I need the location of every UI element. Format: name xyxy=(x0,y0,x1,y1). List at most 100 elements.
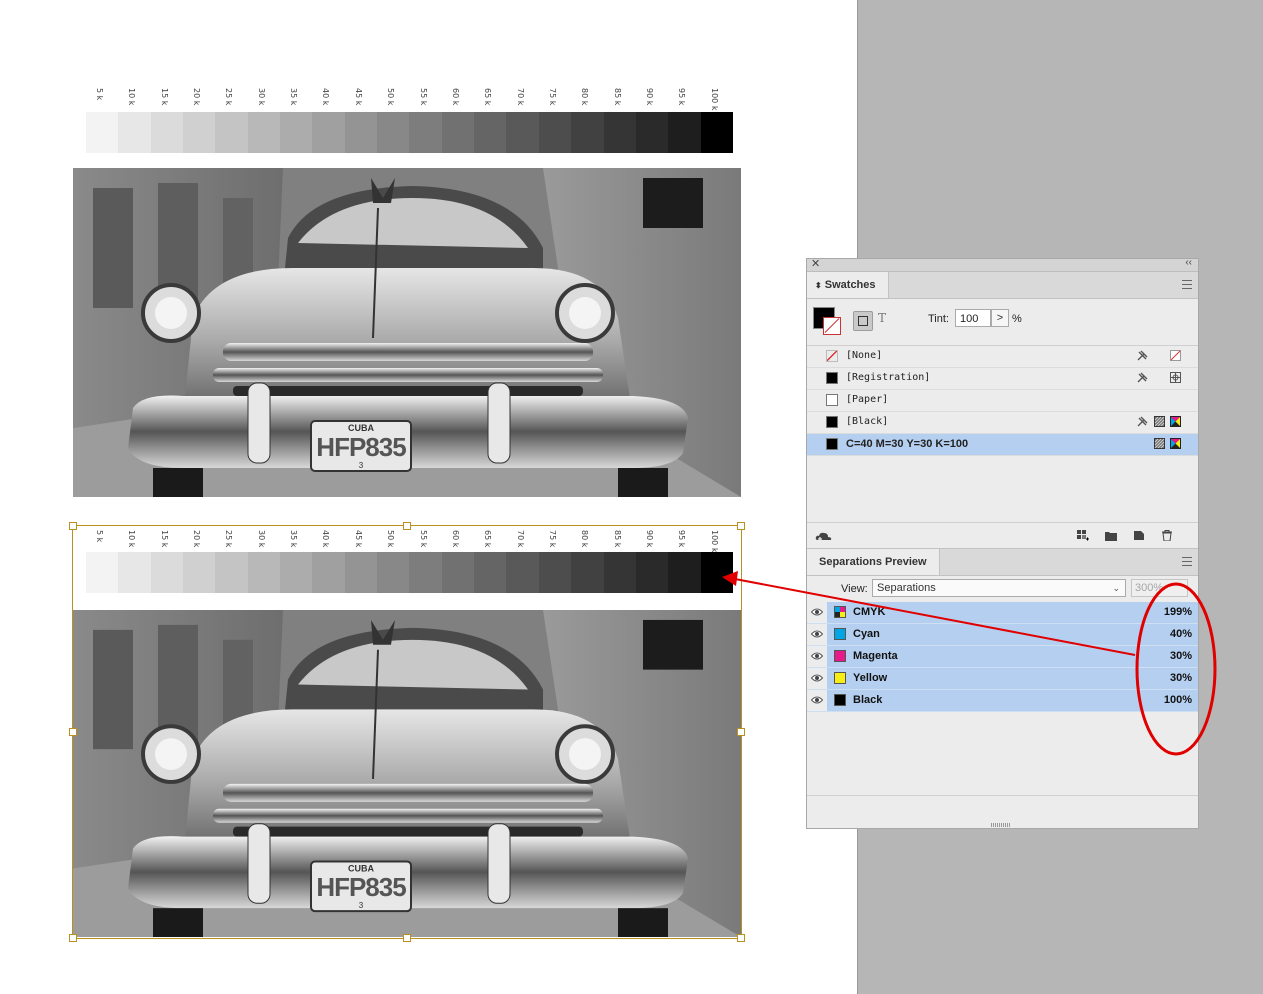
ramp-cell xyxy=(118,552,151,593)
panel-topbar: ✕ ‹‹ xyxy=(807,257,1198,272)
resize-handle[interactable] xyxy=(737,522,745,530)
separation-name: Cyan xyxy=(853,628,880,640)
ramp-cell xyxy=(215,112,248,153)
new-swatch-icon[interactable] xyxy=(1133,530,1145,541)
ramp-cell xyxy=(247,552,281,593)
ramp-cell xyxy=(344,112,378,153)
ramp-tick-text: 45 k xyxy=(353,88,363,106)
ramp-tick-label: 40 k xyxy=(312,88,344,110)
car-illustration: CUBA HFP835 3 xyxy=(73,168,741,497)
eye-icon[interactable] xyxy=(811,695,823,705)
ramp-cell xyxy=(183,552,216,593)
ramp-tick-text: 5 k xyxy=(95,530,104,543)
ramp-tick-text: 15 k xyxy=(159,88,169,106)
ramp-tick-label: 25 k xyxy=(215,88,247,110)
swatch-row[interactable]: [Registration] xyxy=(807,368,1198,390)
ramp-tick-label: 30 k xyxy=(248,88,280,110)
tint-input[interactable]: 100 xyxy=(955,309,991,327)
ramp-tick-text: 60 k xyxy=(450,530,460,548)
separation-row[interactable]: CMYK 199% xyxy=(807,602,1198,624)
ramp-cell xyxy=(603,552,636,593)
swatch-row[interactable]: [Black] xyxy=(807,412,1198,434)
fill-stroke-selector[interactable] xyxy=(813,307,843,337)
separation-highlight xyxy=(827,690,1198,711)
ramp-cell xyxy=(668,112,701,153)
ramp-tick-label: 65 k xyxy=(474,88,506,110)
tab-separations-label: Separations Preview xyxy=(819,556,927,568)
tint-stepper-button[interactable]: > xyxy=(991,309,1009,327)
resize-handle[interactable] xyxy=(403,522,411,530)
ramp-tick-label: 5 k xyxy=(86,530,118,552)
eye-icon[interactable] xyxy=(811,607,823,617)
cmyk-mode-icon xyxy=(1170,438,1181,449)
tab-separations-preview[interactable]: Separations Preview xyxy=(807,549,940,575)
separation-row[interactable]: Black 100% xyxy=(807,690,1198,712)
swatch-chip xyxy=(826,438,838,450)
eye-icon[interactable] xyxy=(811,651,823,661)
svg-text:HFP835: HFP835 xyxy=(316,432,406,462)
swatch-views-icon[interactable] xyxy=(1077,530,1089,541)
eye-icon[interactable] xyxy=(811,673,823,683)
swatch-chip xyxy=(826,416,838,428)
ramp-cell xyxy=(280,112,313,153)
ramp-cell xyxy=(86,112,119,153)
ramp-tick-label: 45 k xyxy=(345,88,377,110)
tab-swatches[interactable]: ⬍ Swatches xyxy=(807,272,889,298)
ramp-tick-text: 55 k xyxy=(418,530,428,548)
zoom-select-value: 300% xyxy=(1135,582,1164,594)
ramp-cell xyxy=(668,552,701,593)
no-edit-icon xyxy=(1137,416,1148,427)
ramp-tick-label: 80 k xyxy=(571,88,603,110)
new-group-icon[interactable] xyxy=(1105,530,1117,541)
ramp-tick-text: 75 k xyxy=(547,88,557,106)
ramp-cell xyxy=(700,552,733,593)
ramp-tick-text: 45 k xyxy=(353,530,363,548)
swatch-name: C=40 M=30 Y=30 K=100 xyxy=(846,438,969,450)
close-icon[interactable]: ✕ xyxy=(811,257,820,270)
ramp-tick-text: 60 k xyxy=(450,88,460,106)
separation-row[interactable]: Cyan 40% xyxy=(807,624,1198,646)
resize-handle[interactable] xyxy=(69,522,77,530)
cc-libraries-icon[interactable] xyxy=(815,530,833,541)
eye-icon[interactable] xyxy=(811,629,823,639)
panel-dock: ✕ ‹‹ ⬍ Swatches T Tint: 100 > % [None] [R… xyxy=(806,257,1199,829)
formatting-container-button[interactable] xyxy=(853,311,873,331)
ramp-tick-text: 70 k xyxy=(515,88,525,106)
view-select[interactable]: Separations ⌄ xyxy=(872,579,1126,597)
ramp-tick-label: 10 k xyxy=(118,530,150,552)
ramp-cell xyxy=(215,552,248,593)
ramp-cell xyxy=(183,112,216,153)
ramp-tick-label: 20 k xyxy=(183,530,215,552)
swatch-row[interactable]: C=40 M=30 Y=30 K=100 xyxy=(807,434,1198,456)
formatting-text-button[interactable]: T xyxy=(878,311,886,325)
separation-row[interactable]: Yellow 30% xyxy=(807,668,1198,690)
ramp-tick-label: 25 k xyxy=(215,530,247,552)
ramp-tick-text: 15 k xyxy=(159,530,169,548)
zoom-select[interactable]: 300% xyxy=(1131,579,1188,597)
view-label: View: xyxy=(841,583,868,595)
resize-grip-icon[interactable] xyxy=(991,823,1011,827)
ramp-tick-text: 65 k xyxy=(483,88,493,106)
collapse-icon[interactable]: ‹‹ xyxy=(1185,257,1192,268)
svg-text:3: 3 xyxy=(359,901,364,910)
swatch-name: [Registration] xyxy=(846,372,931,383)
ramp-cell xyxy=(409,552,442,593)
ramp-tick-label: 5 k xyxy=(86,88,118,110)
separation-row[interactable]: Magenta 30% xyxy=(807,646,1198,668)
svg-text:CUBA: CUBA xyxy=(348,863,375,873)
ramp-tick-label: 50 k xyxy=(377,530,409,552)
swatch-row[interactable]: [None] xyxy=(807,346,1198,368)
panel-menu-icon[interactable] xyxy=(1182,557,1192,566)
stroke-swatch[interactable] xyxy=(823,317,841,335)
ramp-tick-text: 85 k xyxy=(612,530,622,548)
panel-menu-icon[interactable] xyxy=(1182,280,1192,289)
svg-text:3: 3 xyxy=(359,461,364,470)
swatch-row[interactable]: [Paper] xyxy=(807,390,1198,412)
trash-icon[interactable] xyxy=(1161,530,1173,541)
ramp-cell xyxy=(312,552,345,593)
ramp-tick-text: 80 k xyxy=(580,88,590,106)
ramp-cell xyxy=(474,552,507,593)
ramp-cell xyxy=(441,552,475,593)
ramp-tick-label: 35 k xyxy=(280,530,312,552)
swatch-controls: T Tint: 100 > % xyxy=(807,299,1198,345)
